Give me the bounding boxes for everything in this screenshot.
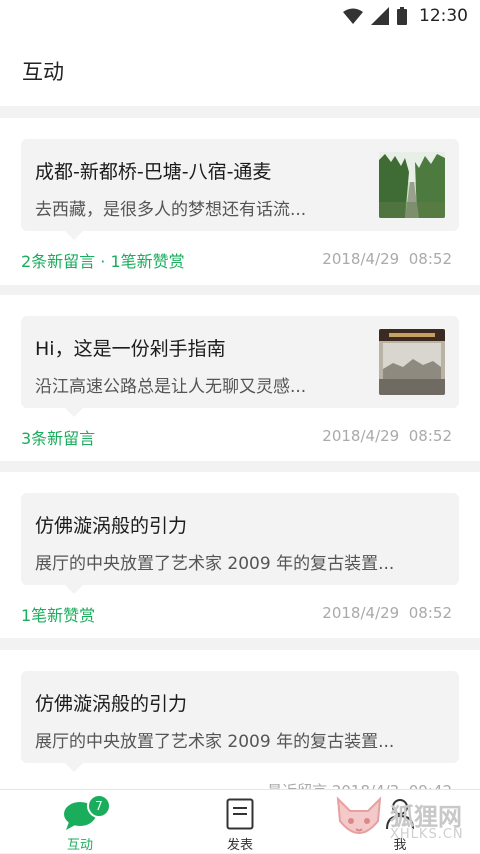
tab-me[interactable]: 我	[320, 790, 480, 854]
activity-summary: 1笔新赞赏	[21, 606, 96, 625]
article-bubble[interactable]: 仿佛漩涡般的引力 展厅的中央放置了艺术家 2009 年的复古装置...	[21, 493, 459, 594]
article-title: Hi，这是一份剁手指南	[35, 338, 226, 360]
tab-interaction[interactable]: 7 互动	[0, 790, 160, 854]
article-title: 仿佛漩涡般的引力	[35, 693, 188, 715]
wifi-icon	[343, 8, 363, 24]
activity-summary: 3条新留言	[21, 429, 96, 448]
activity-timestamp: 2018/4/29 08:52	[322, 427, 452, 445]
unread-badge: 7	[87, 794, 111, 818]
timestamp-date: 2018/4/29	[322, 604, 400, 622]
tab-label: 互动	[66, 838, 93, 853]
interaction-card[interactable]: 成都-新都桥-巴塘-八宿-通麦 去西藏，是很多人的梦想还有话流... 2条新留言…	[0, 118, 480, 285]
interaction-card[interactable]: 仿佛漩涡般的引力 展厅的中央放置了艺术家 2009 年的复古装置... 1笔新赞…	[0, 472, 480, 638]
article-bubble[interactable]: Hi，这是一份剁手指南 沿江高速公路总是让人无聊又灵感...	[21, 316, 459, 417]
page-title: 互动	[22, 60, 64, 84]
app-header: 互动	[0, 32, 480, 106]
timestamp-date: 2018/4/29	[322, 427, 400, 445]
tab-label: 我	[393, 838, 407, 853]
tab-publish[interactable]: 发表	[160, 790, 320, 854]
article-excerpt: 展厅的中央放置了艺术家 2009 年的复古装置...	[35, 732, 395, 752]
activity-timestamp: 2018/4/29 08:52	[322, 604, 452, 622]
timestamp-time: 08:52	[408, 604, 452, 622]
article-excerpt: 沿江高速公路总是让人无聊又灵感...	[35, 377, 307, 397]
cellular-signal-icon	[371, 7, 389, 25]
timestamp-date: 2018/4/29	[322, 250, 400, 268]
timestamp-time: 08:52	[408, 427, 452, 445]
status-bar: 12:30	[0, 0, 480, 32]
article-thumbnail	[379, 329, 445, 395]
article-thumbnail	[379, 152, 445, 218]
person-icon	[386, 799, 414, 830]
article-bubble[interactable]: 仿佛漩涡般的引力 展厅的中央放置了艺术家 2009 年的复古装置...	[21, 671, 459, 772]
tab-label: 发表	[226, 838, 253, 853]
timestamp-time: 08:52	[408, 250, 452, 268]
article-title: 成都-新都桥-巴塘-八宿-通麦	[35, 161, 272, 183]
article-excerpt: 去西藏，是很多人的梦想还有话流...	[35, 200, 307, 220]
article-title: 仿佛漩涡般的引力	[35, 515, 188, 537]
status-time: 12:30	[419, 6, 468, 26]
bottom-tab-bar: 7 互动 发表 我	[0, 789, 480, 853]
activity-timestamp: 2018/4/29 08:52	[322, 250, 452, 268]
article-excerpt: 展厅的中央放置了艺术家 2009 年的复古装置...	[35, 554, 395, 574]
article-bubble[interactable]: 成都-新都桥-巴塘-八宿-通麦 去西藏，是很多人的梦想还有话流...	[21, 139, 459, 240]
battery-icon	[397, 7, 407, 25]
interaction-card[interactable]: Hi，这是一份剁手指南 沿江高速公路总是让人无聊又灵感... 3条新留言 201…	[0, 295, 480, 461]
document-icon	[226, 798, 254, 830]
activity-summary: 2条新留言 · 1笔新赞赏	[21, 252, 185, 271]
